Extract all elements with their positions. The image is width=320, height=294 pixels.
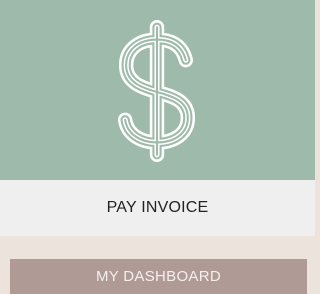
dollar-sign-icon (117, 20, 196, 162)
pay-invoice-label[interactable]: PAY INVOICE (0, 180, 315, 236)
my-dashboard-button[interactable]: MY DASHBOARD (10, 259, 307, 294)
pay-invoice-image[interactable] (0, 0, 315, 180)
pay-invoice-card[interactable]: PAY INVOICE (0, 0, 315, 236)
